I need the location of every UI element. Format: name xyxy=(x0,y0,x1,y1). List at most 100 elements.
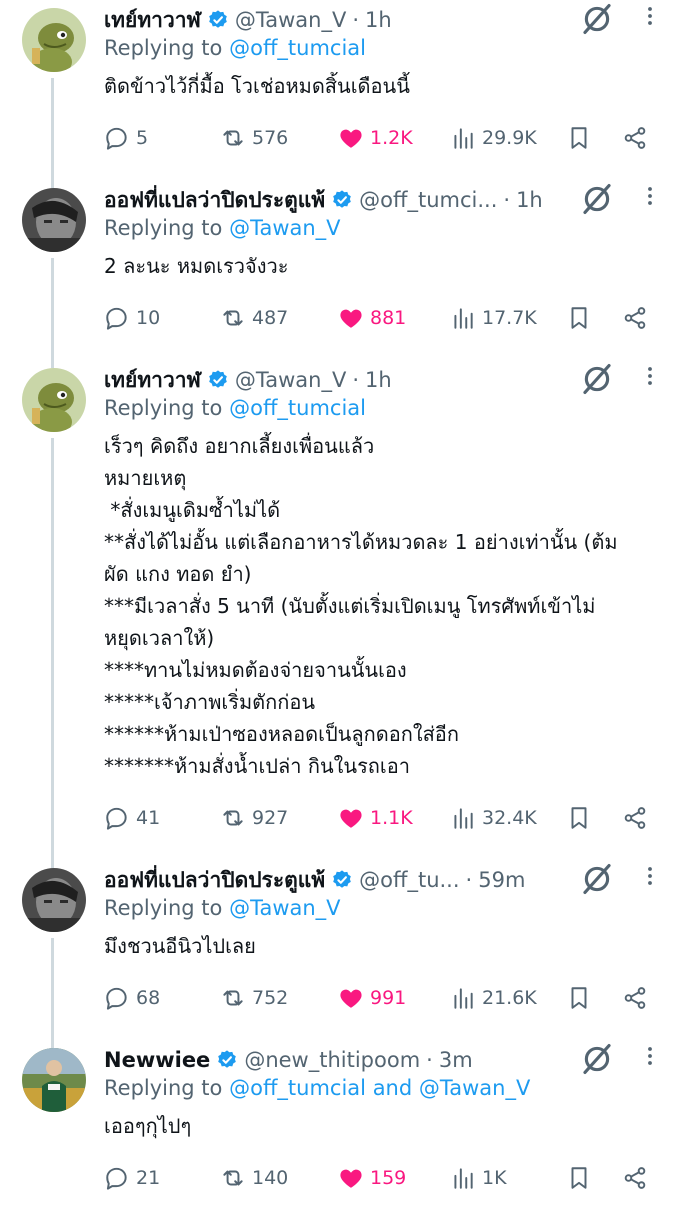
heart-icon xyxy=(340,309,362,328)
replying-to: Replying to @Tawan_V xyxy=(104,896,341,920)
reply-button[interactable]: 41 xyxy=(104,798,160,838)
repost-button[interactable]: 140 xyxy=(220,1158,288,1198)
handle[interactable]: @new_thitipoom xyxy=(244,1048,420,1072)
mention-link[interactable]: @off_tumcial xyxy=(229,1076,366,1100)
avatar[interactable] xyxy=(22,868,86,932)
reply-button[interactable]: 5 xyxy=(104,118,148,158)
repost-button[interactable]: 927 xyxy=(220,798,288,838)
reply-button[interactable]: 68 xyxy=(104,978,160,1018)
grok-button[interactable] xyxy=(580,862,614,896)
mention-link[interactable]: @off_tumcial xyxy=(229,36,366,60)
more-button[interactable] xyxy=(638,184,662,216)
repost-icon xyxy=(223,810,243,826)
like-button[interactable]: 159 xyxy=(338,1158,406,1198)
display-name[interactable]: เทย์ทาวาฬ xyxy=(104,4,201,37)
share-button[interactable] xyxy=(622,978,648,1018)
share-button[interactable] xyxy=(622,798,648,838)
display-name[interactable]: Newwiee xyxy=(104,1048,210,1072)
bookmark-button[interactable] xyxy=(566,798,592,838)
like-button[interactable]: 1.1K xyxy=(338,798,413,838)
like-button[interactable]: 1.2K xyxy=(338,118,413,158)
replies-count: 21 xyxy=(136,1167,161,1189)
more-button[interactable] xyxy=(638,364,662,396)
mention-conjunction: and xyxy=(372,1076,413,1100)
timestamp[interactable]: 3m xyxy=(439,1048,473,1072)
heart-icon xyxy=(340,129,362,148)
share-button[interactable] xyxy=(622,298,648,338)
repost-icon xyxy=(223,310,243,326)
bookmark-button[interactable] xyxy=(566,1158,592,1198)
share-button[interactable] xyxy=(622,118,648,158)
reposts-count: 927 xyxy=(252,807,289,829)
bookmark-button[interactable] xyxy=(566,978,592,1018)
repost-button[interactable]: 576 xyxy=(220,118,288,158)
repost-button[interactable]: 752 xyxy=(220,978,288,1018)
mention-link[interactable]: @Tawan_V xyxy=(229,896,340,920)
tweet-text-line: ****ทานไม่หมดต้องจ่ายจานนั้นเอง xyxy=(104,658,407,682)
tweet-text-line: เออๆกุไปๆ xyxy=(104,1114,192,1138)
views-button[interactable]: 32.4K xyxy=(450,798,537,838)
timestamp[interactable]: 1h xyxy=(365,8,392,32)
grok-button[interactable] xyxy=(580,362,614,396)
views-count: 32.4K xyxy=(482,807,537,829)
like-button[interactable]: 881 xyxy=(338,298,406,338)
grok-button[interactable] xyxy=(580,1042,614,1076)
views-count: 29.9K xyxy=(482,127,537,149)
tweet-text: เร็วๆ คิดถึง อยากเลี้ยงเพื่อนแล้ว หมายเหต… xyxy=(104,430,669,782)
handle[interactable]: @Tawan_V xyxy=(235,368,346,392)
tweet-actions: 68 752 991 21.6K xyxy=(104,978,664,1018)
mention-link[interactable]: @Tawan_V xyxy=(229,216,340,240)
bookmark-button[interactable] xyxy=(566,298,592,338)
share-button[interactable] xyxy=(622,1158,648,1198)
display-name[interactable]: เทย์ทาวาฬ xyxy=(104,364,201,397)
views-button[interactable]: 1K xyxy=(450,1158,507,1198)
grok-button[interactable] xyxy=(580,182,614,216)
avatar[interactable] xyxy=(22,1048,86,1112)
reply-button[interactable]: 10 xyxy=(104,298,160,338)
tweet-actions: 41 927 1.1K 32.4K xyxy=(104,798,664,838)
display-name[interactable]: ออฟที่แปลว่าปิดประตูแพ้ xyxy=(104,864,325,897)
more-button[interactable] xyxy=(638,1044,662,1076)
mention-link[interactable]: @off_tumcial xyxy=(229,396,366,420)
timestamp[interactable]: 1h xyxy=(365,368,392,392)
verified-badge-icon xyxy=(331,189,353,211)
tweet-text-line: *****เจ้าภาพเริ่มตักก่อน xyxy=(104,690,316,714)
bookmark-icon xyxy=(571,307,587,329)
reposts-count: 140 xyxy=(252,1167,289,1189)
views-button[interactable]: 29.9K xyxy=(450,118,537,158)
handle[interactable]: @Tawan_V xyxy=(235,8,346,32)
mention-link[interactable]: @Tawan_V xyxy=(419,1076,530,1100)
avatar[interactable] xyxy=(22,8,86,72)
timestamp[interactable]: 59m xyxy=(478,868,525,892)
reply-button[interactable]: 21 xyxy=(104,1158,160,1198)
timestamp[interactable]: 1h xyxy=(516,188,543,212)
more-button[interactable] xyxy=(638,864,662,896)
bookmark-icon xyxy=(571,987,587,1009)
replying-to: Replying to @off_tumcial xyxy=(104,36,366,60)
separator-dot: · xyxy=(352,8,360,32)
share-icon xyxy=(624,307,646,329)
like-button[interactable]: 991 xyxy=(338,978,406,1018)
repost-button[interactable]: 487 xyxy=(220,298,288,338)
more-button[interactable] xyxy=(638,4,662,36)
views-button[interactable]: 21.6K xyxy=(450,978,537,1018)
avatar[interactable] xyxy=(22,188,86,252)
handle[interactable]: @off_tu... xyxy=(359,868,459,892)
avatar[interactable] xyxy=(22,368,86,432)
display-name[interactable]: ออฟที่แปลว่าปิดประตูแพ้ xyxy=(104,184,325,217)
views-button[interactable]: 17.7K xyxy=(450,298,537,338)
bookmark-button[interactable] xyxy=(566,118,592,158)
tweet-text: เออๆกุไปๆ xyxy=(104,1110,669,1142)
handle[interactable]: @off_tumci... xyxy=(359,188,497,212)
grok-button[interactable] xyxy=(580,2,614,36)
reply-icon xyxy=(106,127,127,150)
tweet-header: ออฟที่แปลว่าปิดประตูแพ้ @off_tumci... · 1h xyxy=(104,184,543,216)
replying-to-label: Replying to xyxy=(104,396,223,420)
tweet-text-line: *สั่งเมนูเดิมซ้ำไม่ได้ xyxy=(104,498,281,522)
reposts-count: 576 xyxy=(252,127,289,149)
more-vertical-icon xyxy=(648,187,652,205)
share-icon xyxy=(624,1167,646,1189)
verified-badge-icon xyxy=(207,9,229,31)
grok-icon xyxy=(583,1043,611,1075)
reposts-count: 487 xyxy=(252,307,289,329)
